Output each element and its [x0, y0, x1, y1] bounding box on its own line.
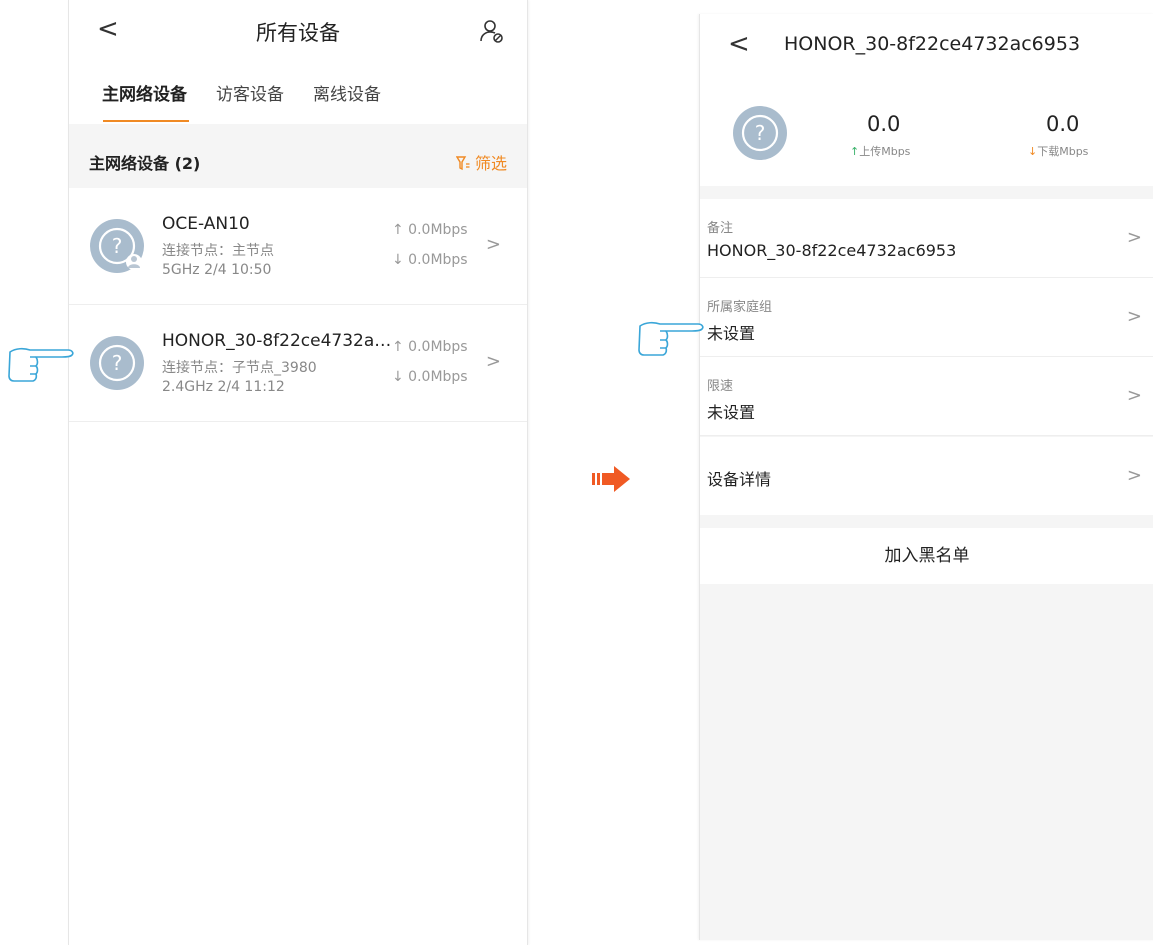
download-speed-label: ↓下载Mbps [1028, 145, 1089, 158]
upload-speed-value: 0.0 [867, 112, 901, 136]
back-button[interactable]: < [728, 29, 750, 59]
speed-limit-row[interactable]: 限速 未设置 > [700, 357, 1153, 436]
device-tabs: 主网络设备 访客设备 离线设备 [69, 62, 527, 124]
arrow-up-icon: ↑ [850, 145, 860, 158]
section-title: 主网络设备 (2) [89, 154, 201, 173]
chevron-right-icon: > [1126, 385, 1142, 406]
device-details-label: 设备详情 [707, 470, 772, 489]
unknown-device-icon: ? [90, 219, 144, 273]
unknown-device-icon: ? [90, 336, 144, 390]
chevron-right-icon: > [485, 234, 501, 255]
add-to-blacklist-button[interactable]: 加入黑名单 [700, 528, 1153, 584]
filter-button[interactable]: 筛选 [455, 150, 507, 174]
family-group-label: 所属家庭组 [707, 300, 773, 315]
device-node: 连接节点：子节点_3980 [162, 360, 317, 376]
svg-text:?: ? [112, 351, 123, 375]
chevron-right-icon: > [485, 351, 501, 372]
svg-text:?: ? [112, 234, 123, 258]
arrow-right-icon [592, 466, 630, 492]
section-header: 主网络设备 (2) 筛选 [69, 124, 527, 188]
device-name: OCE-AN10 [162, 214, 250, 234]
device-list-screen: < 所有设备 主网络设备 访客设备 离线设备 主网络设备 (2) 筛选 ? OC… [68, 0, 528, 945]
filter-label: 筛选 [474, 154, 507, 173]
speed-card: ? 0.0 ↑上传Mbps 0.0 ↓下载Mbps [700, 76, 1153, 186]
tab-guest[interactable]: 访客设备 [216, 80, 284, 105]
header-bar: < 所有设备 [69, 0, 527, 63]
device-detail-screen: < HONOR_30-8f22ce4732ac6953 ? 0.0 ↑上传Mbp… [699, 14, 1153, 940]
family-group-row[interactable]: 所属家庭组 未设置 > [700, 278, 1153, 357]
device-band-time: 2.4GHz 2/4 11:12 [162, 379, 285, 395]
pointing-hand-icon [638, 321, 704, 356]
speed-limit-value: 未设置 [707, 403, 756, 422]
device-upload-speed: ↑ 0.0Mbps [392, 339, 468, 355]
chevron-right-icon: > [1126, 465, 1142, 486]
active-tab-indicator [103, 120, 189, 122]
remark-value: HONOR_30-8f22ce4732ac6953 [707, 241, 957, 260]
device-download-speed: ↓ 0.0Mbps [392, 252, 468, 268]
speed-limit-label: 限速 [707, 379, 734, 394]
device-row-honor-30[interactable]: ? HONOR_30-8f22ce4732a… 连接节点：子节点_3980 2.… [69, 305, 527, 422]
pointing-hand-icon [8, 347, 74, 382]
tab-offline[interactable]: 离线设备 [313, 80, 381, 105]
page-title: HONOR_30-8f22ce4732ac6953 [784, 33, 1081, 55]
chevron-right-icon: > [1126, 306, 1142, 327]
device-node: 连接节点：主节点 [162, 243, 274, 259]
family-group-value: 未设置 [707, 324, 756, 343]
device-band-time: 5GHz 2/4 10:50 [162, 262, 272, 278]
remark-label: 备注 [707, 221, 734, 236]
device-name: HONOR_30-8f22ce4732a… [162, 331, 392, 351]
filter-icon [455, 156, 470, 171]
device-row-oce-an10[interactable]: ? OCE-AN10 连接节点：主节点 5GHz 2/4 10:50 ↑ 0.0… [69, 188, 527, 305]
unknown-device-icon: ? [733, 106, 787, 160]
header-bar: < HONOR_30-8f22ce4732ac6953 [700, 14, 1153, 77]
upload-speed-label: ↑上传Mbps [850, 145, 911, 158]
device-upload-speed: ↑ 0.0Mbps [392, 222, 468, 238]
device-download-speed: ↓ 0.0Mbps [392, 369, 468, 385]
user-settings-icon[interactable] [479, 18, 505, 44]
svg-text:?: ? [755, 121, 766, 145]
remark-row[interactable]: 备注 HONOR_30-8f22ce4732ac6953 > [700, 199, 1153, 278]
page-title: 所有设备 [256, 21, 340, 45]
device-details-row[interactable]: 设备详情 > [700, 437, 1153, 515]
arrow-down-icon: ↓ [1028, 145, 1038, 158]
tab-main-network[interactable]: 主网络设备 [102, 80, 187, 105]
chevron-right-icon: > [1126, 227, 1142, 248]
download-speed-value: 0.0 [1046, 112, 1080, 136]
